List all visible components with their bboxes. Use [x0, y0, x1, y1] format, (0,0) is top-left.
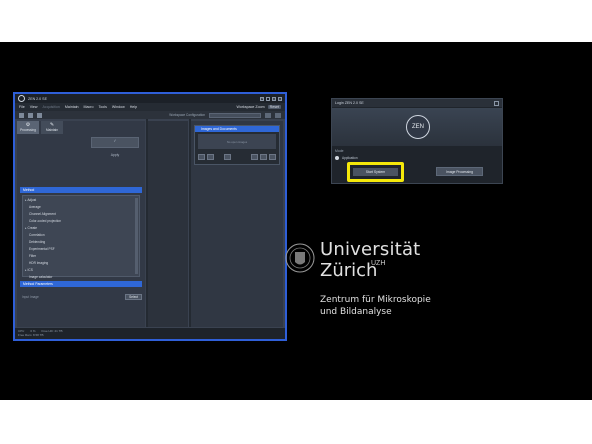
method-item[interactable]: Filter: [25, 253, 137, 260]
method-item[interactable]: Average: [25, 204, 137, 211]
method-item[interactable]: ICS: [25, 267, 137, 274]
help-icon[interactable]: ?: [260, 96, 264, 101]
view-detail-icon[interactable]: [269, 154, 276, 160]
status-free-ram: Free Ram: 8.58 TB: [18, 333, 44, 337]
save-icon[interactable]: [37, 112, 42, 118]
tab-maintain-label: Maintain: [45, 128, 59, 132]
method-parameters-label: Method Parameters: [23, 282, 53, 286]
maximize-icon[interactable]: □: [272, 96, 276, 101]
method-section-header[interactable]: Method: [20, 187, 142, 193]
filter-icon[interactable]: [224, 154, 231, 160]
login-banner: ZEN: [332, 108, 502, 146]
radio-dot-icon: [335, 156, 339, 160]
method-item[interactable]: Correlation: [25, 232, 137, 239]
method-item[interactable]: HDR Imaging: [25, 260, 137, 267]
application-radio-label: Application: [342, 156, 358, 160]
tab-processing-label: Processing: [20, 128, 36, 132]
window-body: ⚙ Processing ✎ Maintain ✓ Apply Method A…: [15, 119, 285, 329]
center-name-line2: und Bildanalyse: [320, 307, 392, 317]
workspace-config-label: Workspace Configuration: [169, 113, 205, 117]
login-title-bar: Login ZEN 2.0 SE: [332, 99, 502, 107]
method-item[interactable]: Deblending: [25, 239, 137, 246]
menu-help[interactable]: Help: [130, 105, 137, 109]
apply-label: Apply: [110, 153, 120, 157]
left-tool-pane: ⚙ Processing ✎ Maintain ✓ Apply Method A…: [17, 121, 145, 329]
mode-label: Mode: [335, 149, 344, 153]
check-icon: ✓: [113, 138, 117, 143]
close-icon[interactable]: ×: [278, 96, 282, 101]
workspace-config-select[interactable]: [209, 112, 261, 118]
tool-tabs: ⚙ Processing ✎ Maintain: [17, 121, 145, 134]
zen-logo-icon: [18, 95, 25, 102]
minimize-icon[interactable]: _: [266, 96, 270, 101]
input-image-label: Input Image: [22, 295, 39, 299]
open-image-icon[interactable]: [198, 154, 205, 160]
status-free-hd: Free HD: 21 TB: [41, 329, 63, 333]
start-system-highlight: Start System: [347, 162, 404, 182]
right-pane: Images and Documents No open images: [191, 121, 283, 329]
menu-acquisition[interactable]: Acquisition: [43, 105, 60, 109]
menu-file[interactable]: File: [19, 105, 25, 109]
tab-processing[interactable]: ⚙ Processing: [17, 121, 39, 134]
apply-button[interactable]: ✓ Apply: [91, 137, 139, 157]
application-radio[interactable]: Application: [335, 156, 358, 160]
method-item[interactable]: Adjust: [25, 197, 137, 204]
method-item[interactable]: Experimental PSF: [25, 246, 137, 253]
images-documents-title[interactable]: Images and Documents: [195, 126, 279, 132]
workspace-zoom-label: Workspace Zoom: [236, 105, 265, 109]
images-documents-panel: Images and Documents No open images: [194, 125, 280, 165]
method-parameters-header[interactable]: Method Parameters: [20, 281, 142, 287]
new-icon[interactable]: [19, 112, 24, 118]
method-item[interactable]: Create: [25, 225, 137, 232]
title-bar: ZEN 2.0 SE ? _ □ ×: [15, 94, 285, 103]
method-item[interactable]: Color-coded projection: [25, 218, 137, 225]
open-folder-icon[interactable]: [28, 112, 33, 118]
menu-macro[interactable]: Macro: [84, 105, 94, 109]
select-button[interactable]: Select: [125, 294, 142, 300]
zen-logo: ZEN: [406, 115, 430, 139]
uzh-seal-logo: [285, 243, 315, 273]
menu-view[interactable]: View: [30, 105, 38, 109]
close-image-icon[interactable]: [207, 154, 214, 160]
menu-maintain[interactable]: Maintain: [65, 105, 79, 109]
input-image-row: Input Image Select: [22, 293, 142, 301]
view-grid-icon[interactable]: [260, 154, 267, 160]
login-title: Login ZEN 2.0 SE: [335, 101, 364, 105]
window-controls: ? _ □ ×: [260, 96, 282, 101]
menu-bar: File View Acquisition Maintain Macro Too…: [15, 103, 285, 111]
center-image-area: [148, 121, 188, 329]
uzh-superscript: UZH: [371, 260, 386, 267]
images-list: No open images: [198, 134, 276, 149]
method-section-label: Method: [23, 188, 35, 192]
menu-window[interactable]: Window: [112, 105, 125, 109]
reset-button[interactable]: Reset: [267, 105, 281, 109]
close-icon[interactable]: [494, 100, 499, 106]
menu-tools[interactable]: Tools: [99, 105, 107, 109]
images-toolbar: [198, 154, 276, 160]
login-dialog: Login ZEN 2.0 SE ZEN Mode Application St…: [331, 98, 503, 184]
center-name-line1: Zentrum für Mikroskopie: [320, 295, 431, 305]
university-name-line1: Universität: [320, 239, 421, 260]
image-processing-button[interactable]: Image Processing: [436, 167, 483, 176]
main-toolbar: Workspace Configuration: [15, 111, 285, 119]
method-item[interactable]: Channel Alignment: [25, 211, 137, 218]
method-list-scrollbar[interactable]: [135, 198, 138, 274]
method-list: Adjust Average Channel Alignment Color-c…: [22, 195, 140, 279]
tab-maintain[interactable]: ✎ Maintain: [41, 121, 63, 134]
zen-main-window: ZEN 2.0 SE ? _ □ × File View Acquisition…: [13, 92, 287, 341]
layout-icon[interactable]: [265, 112, 271, 118]
no-images-text: No open images: [226, 140, 248, 144]
status-bar: CPU 0 % Free HD: 21 TB Free Ram: 8.58 TB: [15, 327, 285, 339]
center-name: Zentrum für Mikroskopie und Bildanalyse: [320, 294, 431, 318]
university-name-line2: Zürich: [320, 260, 378, 281]
start-system-button[interactable]: Start System: [353, 168, 398, 176]
window-title: ZEN 2.0 SE: [28, 96, 47, 101]
view-list-icon[interactable]: [251, 154, 258, 160]
method-item[interactable]: Image calculator: [25, 274, 137, 281]
settings-icon[interactable]: [275, 112, 281, 118]
